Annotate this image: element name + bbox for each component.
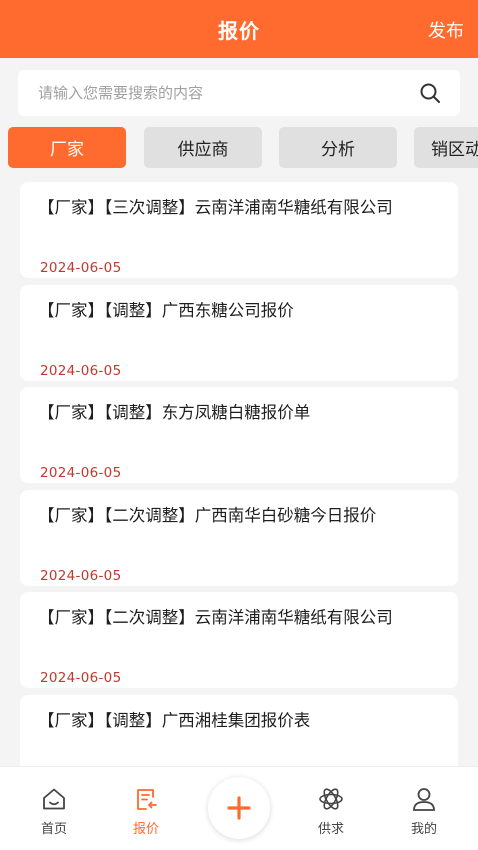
list-item[interactable]: 【厂家】【调整】广西东糖公司报价 2024-06-05: [20, 285, 458, 381]
item-date: 2024-06-05: [40, 670, 122, 686]
item-date: 2024-06-05: [40, 260, 122, 276]
list-item[interactable]: 【厂家】【调整】东方凤糖白糖报价单 2024-06-05: [20, 387, 458, 483]
app-header: 报价 发布: [0, 0, 478, 58]
tab-sales-region[interactable]: 销区动: [414, 127, 478, 168]
search-icon[interactable]: [418, 81, 442, 105]
atom-icon: [319, 788, 343, 810]
list-item[interactable]: 【厂家】【二次调整】广西南华白砂糖今日报价 2024-06-05: [20, 490, 458, 586]
quote-doc-icon: [137, 789, 157, 810]
item-title: 【厂家】【三次调整】云南洋浦南华糖纸有限公司: [38, 198, 393, 217]
home-icon: [43, 788, 65, 810]
bottom-tab-bar: 首页 报价 供求 我的: [0, 766, 478, 850]
list-item[interactable]: 【厂家】【二次调整】云南洋浦南华糖纸有限公司 2024-06-05: [20, 592, 458, 688]
tabbar-mine-label: 我的: [410, 822, 437, 837]
publish-button[interactable]: 发布: [428, 17, 464, 43]
tab-manufacturer[interactable]: 厂家: [8, 127, 126, 168]
page-title: 报价: [218, 18, 260, 43]
tabbar-supply-label: 供求: [317, 822, 344, 837]
tabbar-mine[interactable]: 我的: [394, 785, 454, 837]
tabbar-quote-label: 报价: [132, 822, 159, 837]
item-title: 【厂家】【二次调整】云南洋浦南华糖纸有限公司: [38, 608, 393, 627]
tabbar-home-label: 首页: [40, 822, 67, 837]
tabbar-quote[interactable]: 报价: [116, 785, 176, 837]
item-title: 【厂家】【调整】广西东糖公司报价: [38, 301, 294, 320]
item-date: 2024-06-05: [40, 568, 122, 584]
tab-analysis[interactable]: 分析: [279, 127, 397, 168]
search-input[interactable]: [38, 84, 418, 102]
tabbar-home[interactable]: 首页: [24, 785, 84, 837]
item-title: 【厂家】【调整】广西湘桂集团报价表: [38, 711, 311, 730]
tab-supplier[interactable]: 供应商: [144, 127, 262, 168]
search-bar[interactable]: [18, 70, 460, 116]
item-title: 【厂家】【调整】东方凤糖白糖报价单: [38, 403, 311, 422]
list-item[interactable]: 【厂家】【三次调整】云南洋浦南华糖纸有限公司 2024-06-05: [20, 182, 458, 278]
item-date: 2024-06-05: [40, 465, 122, 481]
item-title: 【厂家】【二次调整】广西南华白砂糖今日报价: [38, 506, 377, 525]
tabbar-supply[interactable]: 供求: [301, 785, 361, 837]
plus-icon: [227, 796, 251, 820]
add-button[interactable]: [208, 777, 270, 839]
item-date: 2024-06-05: [40, 363, 122, 379]
user-icon: [413, 788, 435, 811]
category-tabs: 厂家 供应商 分析 销区动: [8, 127, 478, 169]
